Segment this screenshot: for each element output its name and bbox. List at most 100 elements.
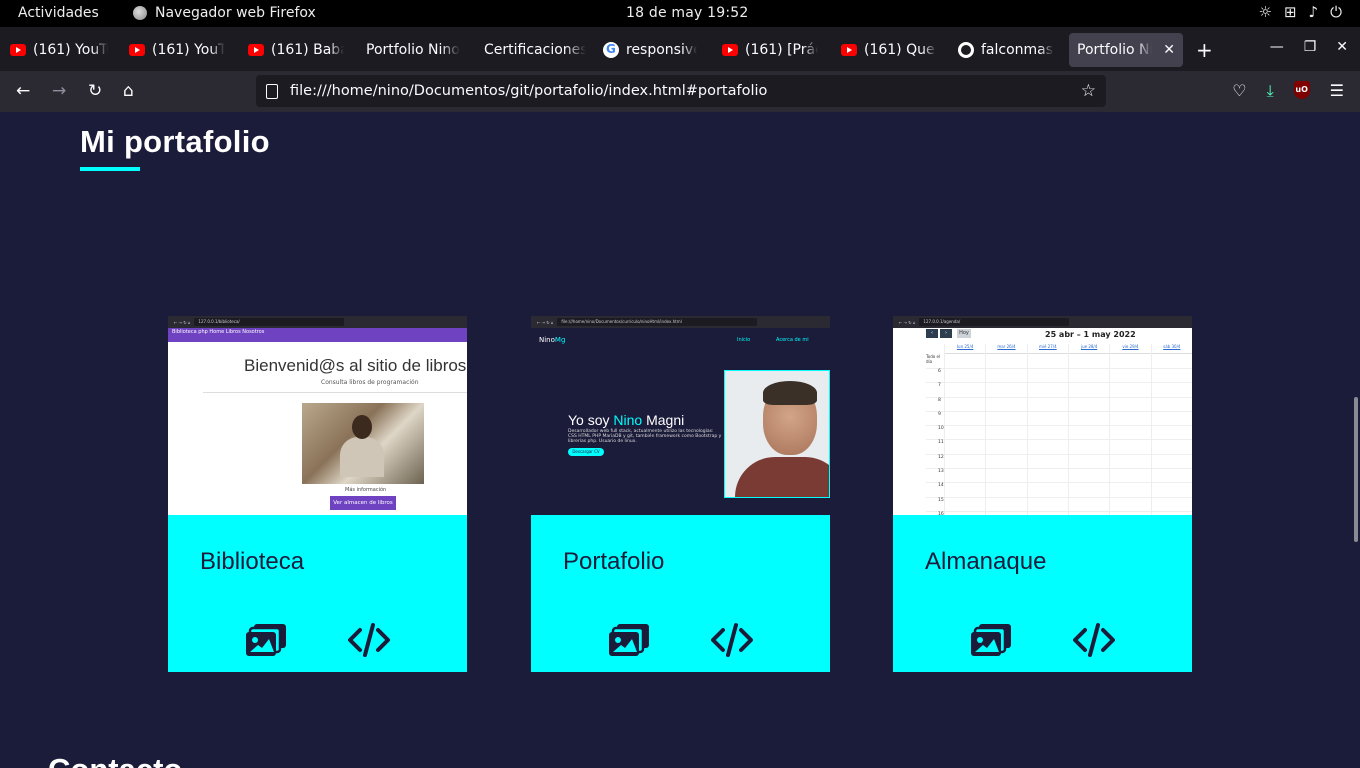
tab-title: Portfolio Nino <box>1077 42 1153 58</box>
tab-strip: (161) YouTube (161) YouTube (161) Babaso… <box>0 27 1360 71</box>
tab-responsive[interactable]: responsive <box>595 33 705 67</box>
card-actions <box>971 622 1115 658</box>
menu-icon[interactable]: ☰ <box>1330 81 1344 101</box>
mini-url: file:///home/nino/Documentos/curriculo/n… <box>557 318 758 326</box>
brightness-icon: ☼ <box>1258 3 1272 21</box>
activities-button[interactable]: Actividades <box>18 5 99 21</box>
contact-section-title: Contacto <box>48 752 182 768</box>
downloads-icon[interactable]: ⤓ <box>1267 81 1274 101</box>
youtube-icon <box>841 44 857 56</box>
mini-url: 127.0.0.1/agenda/ <box>919 318 1070 326</box>
toolbar-right: ♡ ⤓ uO ☰ <box>1232 81 1344 101</box>
url-text[interactable]: file:///home/nino/Documentos/git/portafo… <box>290 83 1081 99</box>
home-icon[interactable]: ⌂ <box>123 81 134 101</box>
github-icon <box>958 42 974 58</box>
tab-portfolio[interactable]: Portfolio Nino <box>358 33 468 67</box>
back-icon[interactable]: ← <box>16 81 30 101</box>
tab-youtube-5[interactable]: (161) Que no <box>833 33 945 67</box>
mini-hello: Yo soy Nino Magni <box>568 412 685 428</box>
project-card-almanaque: ← → ↻ ⌂ 127.0.0.1/agenda/ ‹ › Hoy 25 abr – … <box>893 316 1192 672</box>
tab-title: falconmaster <box>981 42 1054 58</box>
ublock-origin-icon[interactable]: uO <box>1293 81 1310 99</box>
tab-portfolio-active[interactable]: Portfolio Nino ✕ <box>1069 33 1183 67</box>
close-tab-icon[interactable]: ✕ <box>1163 42 1175 58</box>
code-icon[interactable] <box>711 622 753 658</box>
page-scrollbar[interactable] <box>1354 397 1358 542</box>
page-content: Mi portafolio ← → ↻ ⌂ 127.0.0.1/bibliotec… <box>0 112 1360 768</box>
project-card-biblioteca: ← → ↻ ⌂ 127.0.0.1/biblioteca/ Biblioteca … <box>168 316 467 672</box>
project-screenshot[interactable]: ← → ↻ ⌂ file:///home/nino/Documentos/curr… <box>531 316 830 515</box>
close-window-icon[interactable]: ✕ <box>1336 39 1348 55</box>
mini-nav: Biblioteca php Home Libros Nosotros <box>168 328 467 342</box>
mini-description: Desarrollador web full stack, actualment… <box>568 429 722 444</box>
tab-youtube-1[interactable]: (161) YouTube <box>2 33 116 67</box>
calendar-controls: ‹ › Hoy <box>926 329 971 338</box>
volume-icon: ♪ <box>1308 3 1319 21</box>
gallery-icon[interactable] <box>246 622 288 658</box>
mini-browser-bar: ← → ↻ ⌂ 127.0.0.1/biblioteca/ <box>168 316 467 328</box>
card-actions <box>609 622 753 658</box>
section-title: Mi portafolio <box>80 124 270 159</box>
forward-icon[interactable]: → <box>52 81 66 101</box>
bookmark-star-icon[interactable]: ☆ <box>1081 81 1096 101</box>
calendar-range: 25 abr – 1 may 2022 <box>1045 330 1136 339</box>
code-icon[interactable] <box>1073 622 1115 658</box>
calendar-grid: lun 25/4 mar 26/4 mié 27/4 jue 28/4 vie 29/4… <box>926 344 1192 515</box>
mini-cv-button: Descargar CV <box>568 448 604 456</box>
card-title: Portafolio <box>563 548 665 575</box>
new-tab-icon[interactable]: + <box>1196 38 1213 62</box>
tab-youtube-3[interactable]: (161) Babasonicos <box>240 33 352 67</box>
network-icon: ⊞ <box>1283 3 1297 21</box>
pocket-icon[interactable]: ♡ <box>1232 81 1246 101</box>
mini-menu-inicio: Inicio <box>737 337 751 343</box>
youtube-icon <box>722 44 738 56</box>
card-title: Biblioteca <box>200 548 305 575</box>
youtube-icon <box>248 44 264 56</box>
project-card-portafolio: ← → ↻ ⌂ file:///home/nino/Documentos/curr… <box>531 316 830 672</box>
mini-browser-bar: ← → ↻ ⌂ 127.0.0.1/agenda/ <box>893 316 1192 328</box>
mini-button: Ver almacen de libros <box>330 496 396 510</box>
mini-brand: NinoMg <box>539 336 566 344</box>
window-controls: — ❐ ✕ <box>1270 39 1348 55</box>
maximize-icon[interactable]: ❐ <box>1304 39 1317 55</box>
project-screenshot[interactable]: ← → ↻ ⌂ 127.0.0.1/biblioteca/ Biblioteca … <box>168 316 467 515</box>
divider <box>203 392 467 393</box>
tab-certificaciones[interactable]: Certificaciones <box>476 33 594 67</box>
mini-subheading: Consulta libros de programación <box>321 379 419 386</box>
card-title: Almanaque <box>925 548 1047 575</box>
gallery-icon[interactable] <box>609 622 651 658</box>
project-screenshot[interactable]: ← → ↻ ⌂ 127.0.0.1/agenda/ ‹ › Hoy 25 abr – … <box>893 316 1192 515</box>
tab-title: (161) YouTube <box>33 42 108 58</box>
reload-icon[interactable]: ↻ <box>88 81 102 101</box>
mini-heading: Bienvenid@s al sitio de libros <box>244 356 467 375</box>
tab-title: responsive <box>626 42 697 58</box>
card-actions <box>246 622 390 658</box>
google-icon <box>603 42 619 58</box>
mini-more-info: Más información <box>345 487 387 493</box>
navigation-bar: ← → ↻ ⌂ file:///home/nino/Documentos/git… <box>0 71 1360 112</box>
tab-youtube-4[interactable]: (161) [Práctica <box>714 33 826 67</box>
today-button: Hoy <box>957 329 971 338</box>
app-menu[interactable]: Navegador web Firefox <box>133 5 316 21</box>
tab-title: Certificaciones <box>484 42 586 58</box>
tab-youtube-2[interactable]: (161) YouTube <box>121 33 233 67</box>
calendar-hours: 6 7 8 9 10 11 12 13 14 15 16 <box>926 368 1192 515</box>
url-bar[interactable]: file:///home/nino/Documentos/git/portafo… <box>256 75 1106 107</box>
gallery-icon[interactable] <box>971 622 1013 658</box>
power-icon: ⏻ <box>1330 3 1342 21</box>
tab-github[interactable]: falconmaster <box>950 33 1062 67</box>
title-underline <box>80 167 140 171</box>
minimize-icon[interactable]: — <box>1270 39 1284 55</box>
mini-browser-bar: ← → ↻ ⌂ file:///home/nino/Documentos/curr… <box>531 316 830 328</box>
tab-title: (161) Que no <box>864 42 937 58</box>
page-icon <box>266 83 278 99</box>
tab-title: (161) Babasonicos <box>271 42 344 58</box>
profile-photo <box>724 370 830 498</box>
tab-title: (161) [Práctica <box>745 42 818 58</box>
tab-title: Portfolio Nino <box>366 42 460 58</box>
system-tray[interactable]: ☼ ⊞ ♪ ⏻ <box>1259 3 1342 21</box>
all-day-label: Todo el día <box>926 354 941 364</box>
mini-url: 127.0.0.1/biblioteca/ <box>194 318 345 326</box>
code-icon[interactable] <box>348 622 390 658</box>
clock[interactable]: 18 de may 19:52 <box>626 5 749 21</box>
